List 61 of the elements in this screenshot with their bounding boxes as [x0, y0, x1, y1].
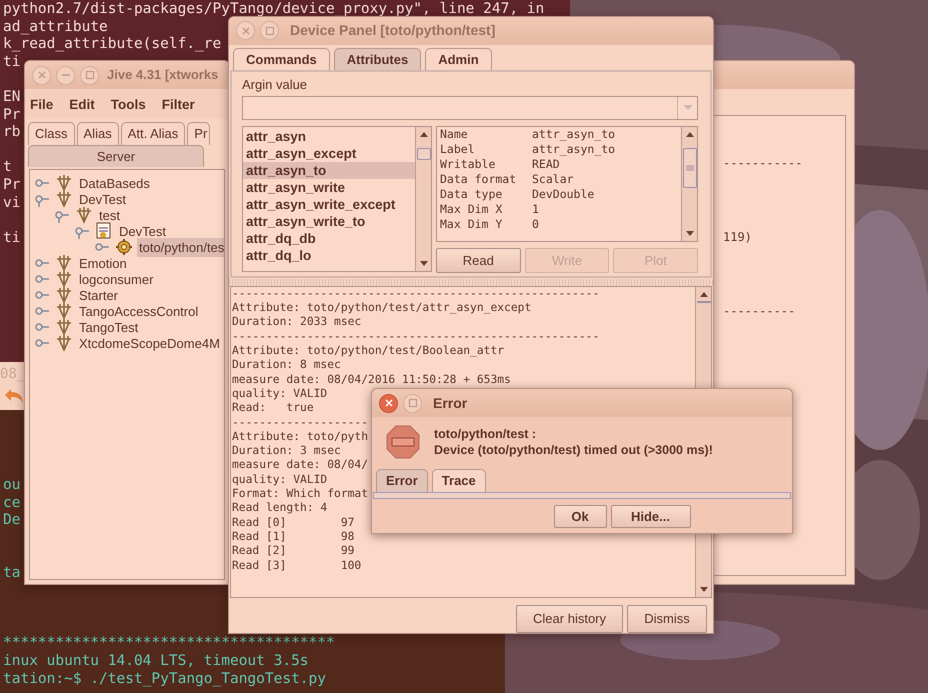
log-line: Format: Which format [232, 487, 368, 502]
log-line: ---------- [723, 303, 796, 320]
terminal-line: ta [3, 564, 20, 582]
log-line: Read [0] 97 [232, 516, 354, 530]
terminal-line: inux ubuntu 14.04 LTS, timeout 3.5s [3, 652, 309, 671]
terminal-line: ti [3, 230, 20, 248]
log-line: Duration: 2033 msec [232, 315, 362, 330]
property-name: Name [440, 126, 469, 142]
window-title: Jive 4.31 [xtworks [107, 66, 218, 84]
property-value: Scalar [532, 172, 574, 187]
log-line: Read [3] 100 [232, 558, 362, 573]
terminal-line: Pr [3, 176, 20, 195]
terminal-line: ad_attribute [3, 18, 108, 36]
property-name: Max Dim X [440, 202, 504, 217]
terminal-line: De [3, 512, 20, 530]
property-value: READ [532, 156, 560, 172]
error-message: toto/python/test : [434, 426, 538, 442]
terminal-line: python2.7/dist-packages/PyTango/device_proxy.py", line 247, in [3, 1, 544, 19]
terminal-line: ce [3, 494, 20, 512]
log-line: Read: true [232, 401, 314, 416]
log-line: Read [1] 98 [232, 530, 354, 544]
log-line: Read length: 4 [232, 501, 328, 516]
property-value: 0 [532, 216, 539, 232]
terminal-line: EN [3, 88, 20, 107]
property-name: Data format [440, 172, 518, 187]
log-line: measure date: 08/04/2016 11:50:28 + 653ms [232, 372, 511, 387]
log-line: Duration: 8 msec [232, 358, 341, 373]
log-line: quality: VALID [232, 472, 328, 488]
terminal-line: ti [3, 54, 20, 72]
property-name: Max Dim Y [440, 216, 504, 232]
log-line: 119) [723, 229, 753, 246]
property-value: attr_asyn_to [532, 142, 616, 157]
terminal-line: ou [3, 477, 20, 495]
log-line: -------------------- [232, 416, 368, 430]
terminal-line: vi [3, 194, 20, 212]
property-name: Label [440, 142, 476, 157]
terminal-line: rb [3, 124, 20, 142]
log-line: measure date: 08/04/ [232, 458, 368, 473]
property-name: Data type [440, 186, 504, 202]
property-value: attr_asyn_to [532, 126, 616, 142]
log-line: ------------------------------------------------------ [232, 286, 600, 302]
terminal-line: k_read_attribute(self._re [3, 36, 222, 54]
terminal-line: t [3, 159, 12, 177]
log-line: ----------- [723, 155, 804, 172]
window-title: Error [433, 394, 468, 412]
terminal-line: ************************************** [3, 635, 335, 653]
property-value: 1 [532, 202, 539, 217]
terminal-line: tation:~$ ./test_PyTango_TangoTest.py [3, 670, 326, 688]
property-value: DevDouble [532, 186, 594, 202]
log-line: quality: VALID [232, 386, 328, 402]
log-line: Attribute: toto/pyth [232, 430, 368, 444]
field-label: Argin value [242, 76, 308, 94]
terminal-line: Pr [3, 106, 20, 124]
property-name: Writable [440, 156, 496, 172]
window-title: Device Panel [toto/python/test] [290, 21, 496, 40]
error-message: Device (toto/python/test) timed out (>3000 ms)! [434, 442, 713, 458]
log-line: Attribute: toto/python/test/attr_asyn_except [232, 301, 532, 316]
log-line: Read [2] 99 [232, 544, 354, 559]
log-line: Duration: 3 msec [232, 444, 341, 458]
log-line: ------------------------------------------------------ [232, 330, 600, 344]
log-line: Attribute: toto/python/test/Boolean_attr [232, 344, 504, 358]
